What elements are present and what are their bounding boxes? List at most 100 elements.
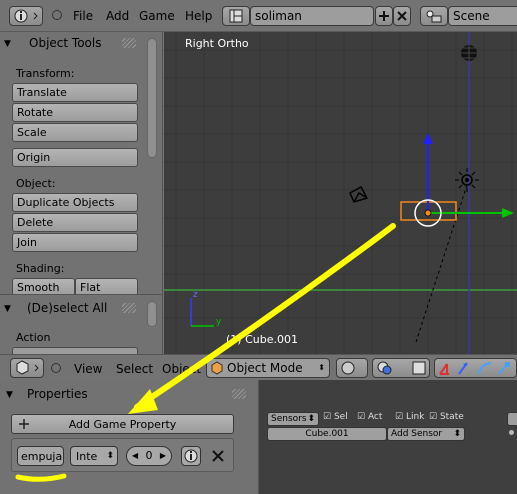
- smooth-button[interactable]: Smooth: [12, 278, 75, 294]
- object-label: Object:: [16, 177, 56, 190]
- viewport-objects: [190, 45, 514, 343]
- menu-select[interactable]: Select: [116, 362, 153, 376]
- world-sphere-icon: [461, 45, 477, 61]
- axis-z-label: z: [193, 290, 198, 300]
- property-name-field[interactable]: empuja: [17, 446, 64, 466]
- add-game-property-label: Add Game Property: [68, 418, 177, 431]
- viewport-shading-button[interactable]: [336, 358, 368, 378]
- info-icon: [14, 9, 38, 23]
- lamp-icon: [455, 168, 479, 192]
- mode-label: Object Mode: [227, 361, 303, 375]
- manipulator-icons: [439, 362, 510, 375]
- info-header: File Add Game Help soliman Scene: [0, 0, 517, 32]
- dropdown-arrows-icon: ⬍: [453, 429, 461, 439]
- property-type-dropdown[interactable]: Inte ⬍: [70, 446, 118, 466]
- dropdown-arrows-icon: ⬍: [307, 414, 315, 424]
- link-checkbox[interactable]: ☑ Link: [395, 412, 424, 422]
- sensors-dropdown-label: Sensors: [271, 414, 307, 424]
- view3d-editor-type-button[interactable]: [10, 358, 44, 378]
- flat-button[interactable]: Flat: [75, 278, 138, 294]
- gizmo-y-arrow: [502, 208, 514, 218]
- menu-help[interactable]: Help: [185, 9, 212, 23]
- menu-game[interactable]: Game: [139, 9, 175, 23]
- action-dropdown[interactable]: [12, 347, 138, 354]
- close-icon: [212, 450, 224, 462]
- increment-arrow-icon[interactable]: ▶: [160, 447, 166, 465]
- game-property-row: empuja Inte ⬍ ◀ 0 ▶: [11, 438, 234, 472]
- scene-browse-button[interactable]: [420, 6, 448, 26]
- properties-collapse-icon[interactable]: ▼: [6, 390, 13, 400]
- add-sensor-label: Add Sensor: [391, 429, 443, 439]
- logic-properties-panel: ▼ Properties Add Game Property empuja In…: [0, 380, 259, 494]
- shelf-scrollbar[interactable]: [147, 38, 157, 158]
- link-socket-icon[interactable]: [509, 430, 514, 435]
- controllers-dropdown[interactable]: [507, 412, 517, 426]
- cube-icon: [16, 360, 39, 375]
- duplicate-objects-button[interactable]: Duplicate Objects: [12, 193, 138, 212]
- sensors-dropdown[interactable]: Sensors ⬍: [267, 412, 319, 426]
- properties-title: Properties: [27, 387, 88, 401]
- screen-layout-button[interactable]: [222, 6, 250, 26]
- scene-icon: [426, 10, 442, 23]
- add-screen-button[interactable]: [375, 6, 393, 26]
- debug-property-button[interactable]: [181, 446, 201, 466]
- redo-panel-title: (De)select All: [27, 301, 108, 315]
- scene-name-field[interactable]: Scene: [448, 6, 517, 26]
- view3d-collapse-icon[interactable]: [51, 363, 61, 373]
- shading-label: Shading:: [16, 262, 65, 275]
- panel-collapse-icon[interactable]: ▼: [4, 39, 11, 49]
- screen-name-field[interactable]: soliman: [250, 6, 374, 26]
- object-mode-icon: [211, 361, 223, 375]
- join-button[interactable]: Join: [12, 233, 138, 252]
- plus-icon: [379, 11, 389, 21]
- rotate-button[interactable]: Rotate: [12, 103, 138, 122]
- sel-label: Sel: [333, 412, 348, 422]
- properties-grip-icon[interactable]: [232, 389, 246, 399]
- logic-sensors-panel: Sensors ⬍ ☑ Sel ☑ Act ☑ Link ☑ State Cube…: [259, 380, 517, 494]
- delete-button[interactable]: Delete: [12, 213, 138, 232]
- property-value: 0: [145, 449, 153, 462]
- gizmo-z-arrow: [423, 133, 433, 144]
- dropdown-arrows-icon: ⬍: [106, 451, 114, 461]
- decrement-arrow-icon[interactable]: ◀: [132, 447, 138, 465]
- redo-grip-icon[interactable]: [122, 303, 136, 313]
- editor-type-button[interactable]: [9, 6, 43, 26]
- selected-object-name: (1) Cube.001: [226, 333, 298, 346]
- delete-screen-button[interactable]: [393, 6, 411, 26]
- 3d-view-header: View Select Object Object Mode ⬍: [0, 354, 517, 380]
- property-value-field[interactable]: ◀ 0 ▶: [126, 446, 172, 466]
- menu-view[interactable]: View: [74, 362, 102, 376]
- redo-scrollbar[interactable]: [147, 301, 157, 327]
- transform-label: Transform:: [16, 67, 75, 80]
- panel-grip-icon[interactable]: [122, 38, 136, 48]
- axis-y-label: y: [216, 317, 222, 327]
- scale-button[interactable]: Scale: [12, 123, 138, 142]
- add-game-property-button[interactable]: Add Game Property: [11, 414, 234, 434]
- translate-button[interactable]: Translate: [12, 83, 138, 102]
- mode-dropdown[interactable]: Object Mode ⬍: [206, 358, 330, 378]
- sensor-object-field[interactable]: Cube.001: [267, 427, 387, 441]
- 3d-viewport[interactable]: Right Ortho z y (1) Cube.001: [164, 32, 517, 354]
- screen-layout-icon: [229, 9, 243, 23]
- remove-property-button[interactable]: [209, 447, 227, 465]
- close-icon: [397, 11, 407, 21]
- state-label: State: [439, 412, 464, 422]
- camera-icon: [349, 185, 369, 203]
- shading-sphere-icon: [341, 361, 355, 375]
- add-sensor-dropdown[interactable]: Add Sensor ⬍: [387, 427, 465, 441]
- menu-object[interactable]: Object: [162, 362, 201, 376]
- sel-checkbox[interactable]: ☑ Sel: [323, 412, 348, 422]
- act-checkbox[interactable]: ☑ Act: [357, 412, 382, 422]
- collapse-menu-icon[interactable]: [52, 10, 62, 20]
- act-label: Act: [367, 412, 383, 422]
- dropdown-arrows-icon: ⬍: [318, 363, 325, 372]
- menu-file[interactable]: File: [73, 9, 93, 23]
- origin-button[interactable]: Origin: [12, 148, 138, 167]
- pivot-icon: [377, 361, 426, 375]
- pivot-manipulator-buttons[interactable]: [372, 358, 430, 378]
- redo-collapse-icon[interactable]: ▼: [4, 304, 11, 314]
- tool-shelf: ▼ Object Tools Transform: Translate Rota…: [0, 32, 163, 294]
- state-checkbox[interactable]: ☑ State: [429, 412, 464, 422]
- transform-manipulators[interactable]: [434, 358, 517, 378]
- menu-add[interactable]: Add: [106, 9, 129, 23]
